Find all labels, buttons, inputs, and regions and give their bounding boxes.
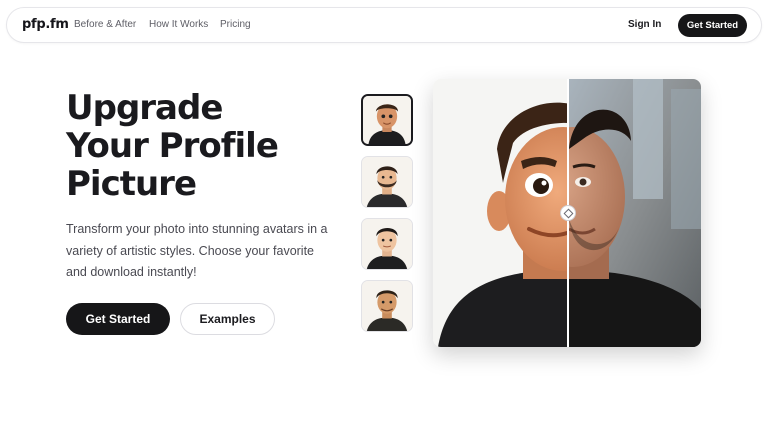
compare-slider-handle[interactable] (560, 205, 576, 221)
hero-title-line-1: Upgrade (66, 88, 223, 128)
get-started-button[interactable]: Get Started (66, 303, 170, 335)
hero-title: Upgrade Your Profile Picture (66, 89, 336, 203)
nav-link-how-it-works[interactable]: How It Works (149, 19, 208, 30)
top-nav: pfp.fm Before & After How It Works Prici… (6, 7, 762, 43)
style-thumbnail-illustration-bearded[interactable] (361, 156, 413, 208)
logo[interactable]: pfp.fm (22, 17, 69, 32)
nav-link-pricing[interactable]: Pricing (220, 19, 251, 30)
hero-title-line-2: Your Profile (66, 126, 279, 166)
style-thumbnail-illustration-tan[interactable] (361, 280, 413, 332)
landing-page: pfp.fm Before & After How It Works Prici… (0, 0, 768, 422)
examples-button[interactable]: Examples (180, 303, 275, 335)
avatar-3d-cartoon-icon (363, 96, 411, 144)
hero-title-line-3: Picture (66, 164, 197, 204)
before-after-compare[interactable] (433, 79, 701, 347)
avatar-illustration-tan-icon (362, 281, 412, 331)
nav-get-started-button[interactable]: Get Started (678, 14, 747, 37)
avatar-illustration-clean-icon (362, 219, 412, 269)
diamond-handle-icon (563, 208, 574, 219)
avatar-illustration-bearded-icon (362, 157, 412, 207)
style-thumbnail-3d-cartoon[interactable] (361, 94, 413, 146)
nav-link-before-after[interactable]: Before & After (74, 19, 136, 30)
sign-in-link[interactable]: Sign In (628, 19, 661, 30)
style-thumbnail-illustration-clean[interactable] (361, 218, 413, 270)
hero-subtitle: Transform your photo into stunning avata… (66, 222, 328, 279)
